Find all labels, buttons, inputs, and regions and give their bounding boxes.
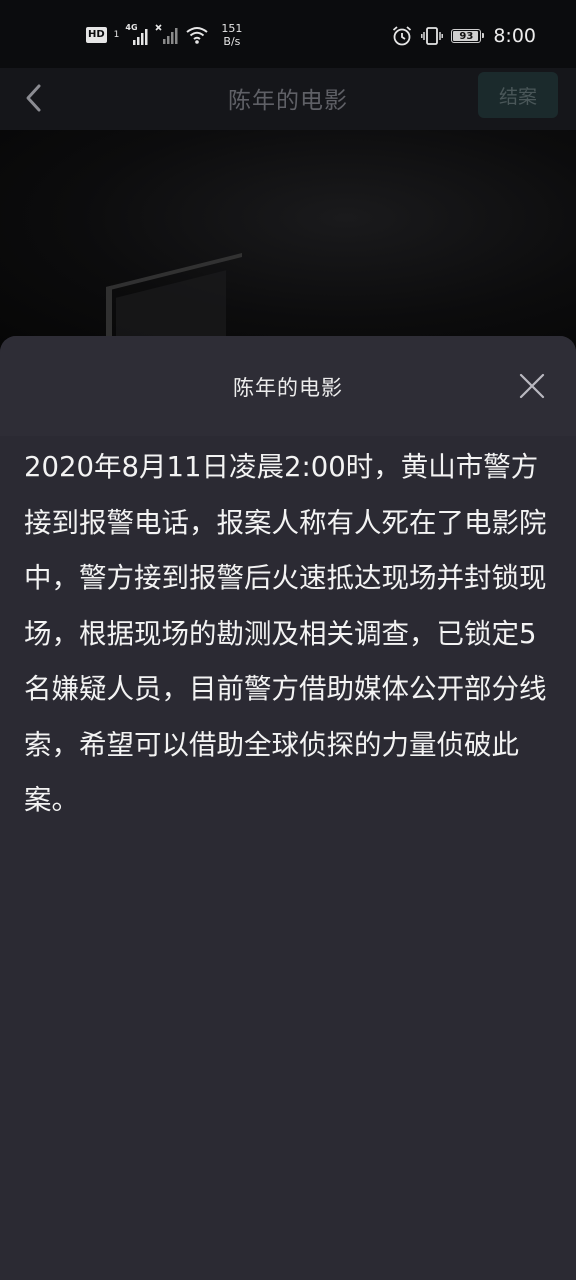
status-bar-right: 93 8:00: [391, 22, 536, 50]
close-case-button[interactable]: 结案: [478, 72, 558, 118]
sheet-close-button[interactable]: [514, 368, 550, 404]
wifi-icon: [186, 27, 209, 44]
status-bar: HD 1 4G 151 B/s 93 8:00: [0, 0, 576, 68]
hd-label: HD: [88, 29, 105, 40]
top-nav-bar: 陈年的电影 结案: [0, 68, 576, 130]
signal-4g-icon: 4G: [125, 23, 149, 46]
network-speed-value: 151: [221, 22, 243, 35]
battery-level: 93: [459, 30, 474, 42]
battery-icon: 93: [451, 29, 485, 43]
sheet-header: 陈年的电影: [0, 336, 576, 436]
hd-sub-label: 1: [113, 30, 120, 40]
network-speed: 151 B/s: [221, 22, 242, 48]
sheet-title: 陈年的电影: [233, 376, 343, 400]
scene-image: [0, 130, 576, 350]
signal-no-sim-icon: [155, 24, 178, 44]
status-bar-left: HD 1 4G 151 B/s: [86, 20, 242, 50]
case-detail-sheet: 陈年的电影 2020年8月11日凌晨2:00时，黄山市警方接到报警电话，报案人称…: [0, 336, 576, 1280]
close-icon: [519, 373, 545, 399]
network-speed-unit: B/s: [223, 35, 241, 48]
vibrate-icon: [421, 27, 444, 45]
app-screen: HD 1 4G 151 B/s 93 8:00 陈年的电影 结案 陈年的电影 2…: [0, 0, 576, 1280]
clock: 8:00: [493, 25, 536, 47]
case-description: 2020年8月11日凌晨2:00时，黄山市警方接到报警电话，报案人称有人死在了电…: [24, 451, 547, 816]
hd-icon: HD: [86, 27, 107, 43]
alarm-icon: [393, 26, 412, 46]
network-type-label: 4G: [125, 23, 138, 32]
